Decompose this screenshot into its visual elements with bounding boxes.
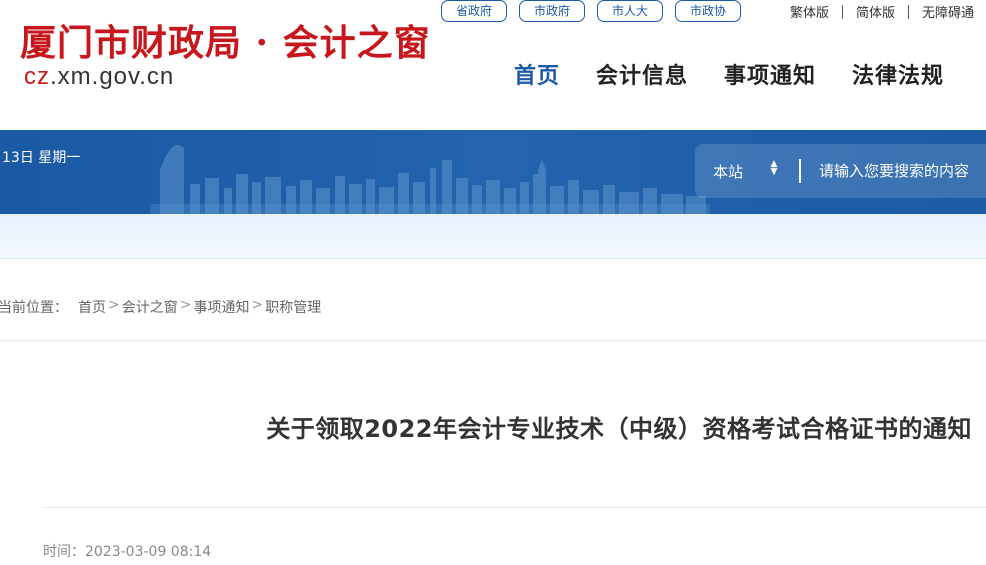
breadcrumb-separator: > — [108, 297, 120, 313]
site-header: 厦门市财政局 · 会计之窗 cz.xm.gov.cn 省政府 市政府 市人大 市… — [0, 0, 986, 130]
simplified-chinese-link[interactable]: 简体版 — [856, 2, 895, 21]
breadcrumb-separator: > — [179, 297, 192, 313]
gov-link-city-cppcc[interactable]: 市政协 — [675, 0, 741, 22]
traditional-chinese-link[interactable]: 繁体版 — [790, 2, 829, 21]
site-logo-title[interactable]: 厦门市财政局 · 会计之窗 — [20, 14, 431, 66]
breadcrumb-label: 当前位置： — [0, 300, 68, 316]
article-publish-time: 时间：2023-03-09 08:14 — [43, 541, 211, 561]
breadcrumb-notices[interactable]: 事项通知 — [193, 297, 249, 317]
search-input[interactable] — [819, 158, 986, 184]
divider — [842, 4, 844, 19]
gov-links: 省政府 市政府 市人大 市政协 — [441, 0, 741, 22]
accessibility-link[interactable]: 无障碍通 — [922, 2, 974, 21]
gov-link-city-congress[interactable]: 市人大 — [597, 0, 663, 22]
decorative-strip — [0, 214, 986, 259]
article-title: 关于领取2022年会计专业技术（中级）资格考试合格证书的通知 — [266, 415, 972, 443]
breadcrumb-accounting-window[interactable]: 会计之窗 — [122, 297, 178, 317]
nav-item-accounting-info[interactable]: 会计信息 — [596, 58, 688, 90]
divider — [0, 340, 986, 341]
breadcrumb-separator: > — [251, 297, 264, 313]
publish-time-value: 2023-03-09 08:14 — [85, 544, 212, 560]
banner: 13日 星期一 本站 ▲ ▼ 请输入您要搜索的内容 — [0, 130, 986, 214]
sort-arrows-icon[interactable]: ▲ ▼ — [768, 160, 780, 180]
gov-link-province[interactable]: 省政府 — [441, 0, 507, 22]
search-scope-select[interactable]: 本站 — [713, 161, 743, 182]
nav-item-home[interactable]: 首页 — [514, 58, 560, 90]
divider — [908, 4, 910, 19]
breadcrumb-title-management[interactable]: 职称管理 — [265, 297, 321, 317]
domain-prefix: cz — [24, 63, 50, 90]
site-domain: cz.xm.gov.cn — [24, 63, 174, 91]
divider — [799, 159, 801, 183]
nav-item-notices[interactable]: 事项通知 — [724, 58, 816, 90]
breadcrumb: 当前位置： 首页 > 会计之窗 > 事项通知 > 职称管理 — [0, 297, 321, 317]
publish-time-label: 时间： — [43, 544, 85, 560]
gov-link-city-government[interactable]: 市政府 — [519, 0, 585, 22]
city-skyline-illustration — [150, 144, 710, 214]
divider — [43, 507, 986, 508]
main-nav: 首页 会计信息 事项通知 法律法规 — [514, 58, 944, 90]
domain-rest: .xm.gov.cn — [50, 63, 175, 90]
date-display: 13日 星期一 — [2, 150, 81, 166]
language-links: 繁体版 简体版 无障碍通 — [790, 2, 974, 21]
breadcrumb-home[interactable]: 首页 — [78, 297, 106, 317]
nav-item-laws[interactable]: 法律法规 — [852, 58, 944, 90]
search-box: 本站 ▲ ▼ — [695, 144, 986, 198]
